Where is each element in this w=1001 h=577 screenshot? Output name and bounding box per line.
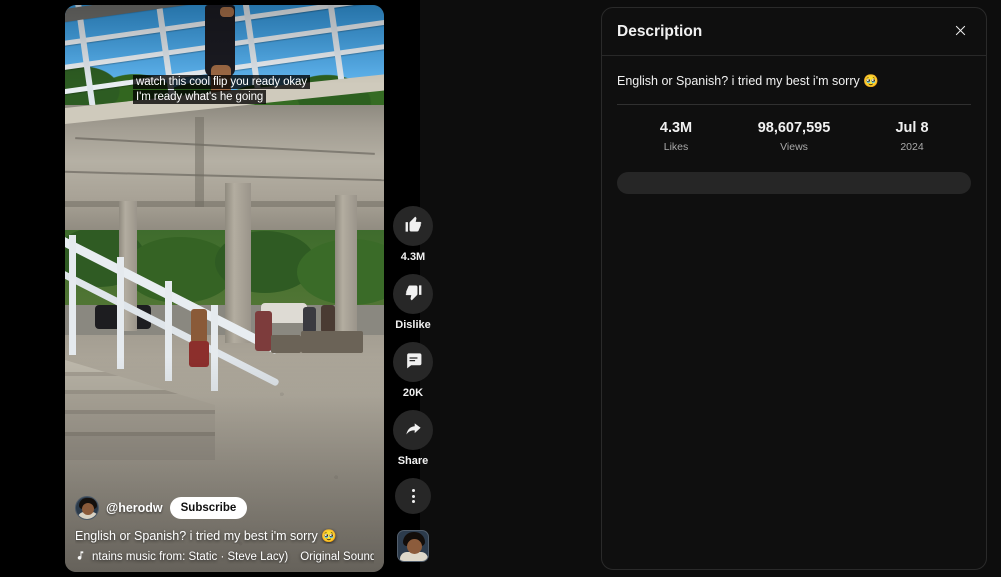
share-action: Share — [393, 410, 433, 468]
person-red-shirt — [255, 311, 272, 351]
description-panel: Description English or Spanish? i tried … — [601, 7, 987, 570]
sound-row[interactable]: ntains music from: Static · Steve Lacy) … — [75, 550, 374, 564]
pavilion-column-right — [335, 195, 357, 345]
dislike-button[interactable] — [393, 274, 433, 314]
like-count: 4.3M — [400, 251, 426, 263]
stats-row: 4.3M Likes 98,607,595 Views Jul 8 2024 — [617, 105, 971, 164]
description-header: Description — [602, 8, 986, 56]
date-value: Jul 8 — [895, 120, 929, 136]
description-body: English or Spanish? i tried my best i'm … — [602, 56, 986, 194]
caption-text: watch this cool flip you ready okay I'm … — [133, 75, 311, 104]
caption-overlay: watch this cool flip you ready okay I'm … — [133, 75, 323, 105]
person-seated-a — [303, 307, 316, 333]
comment-bubble-icon — [404, 351, 423, 373]
views-value: 98,607,595 — [757, 120, 831, 136]
share-button[interactable] — [393, 410, 433, 450]
channel-thumbnail-photo-icon[interactable] — [397, 530, 429, 562]
person-shirtless-shorts — [189, 341, 209, 367]
more-vertical-icon — [411, 489, 415, 503]
stat-views: 98,607,595 Views — [735, 119, 853, 154]
person-shirtless — [191, 309, 207, 343]
more-options-button[interactable] — [395, 478, 431, 514]
description-title: Description — [617, 22, 703, 40]
thumbs-down-icon — [404, 283, 423, 305]
shorts-page: watch this cool flip you ready okay I'm … — [0, 0, 1001, 577]
video-meta-overlay: @herodw Subscribe English or Spanish? i … — [75, 496, 374, 564]
share-arrow-icon — [404, 419, 423, 441]
description-placeholder-bar — [617, 172, 971, 194]
thumbs-up-icon — [404, 215, 423, 237]
comments-action: 20K — [393, 342, 433, 400]
views-label: Views — [780, 141, 808, 153]
picnic-table-right — [301, 331, 363, 353]
person-on-railing-hand — [220, 7, 234, 17]
channel-avatar-photo-icon[interactable] — [75, 496, 99, 520]
close-icon — [953, 23, 968, 41]
close-description-button[interactable] — [947, 19, 973, 45]
like-action: 4.3M — [393, 206, 433, 264]
stat-date: Jul 8 2024 — [853, 119, 971, 154]
channel-handle[interactable]: @herodw — [106, 501, 163, 515]
likes-value: 4.3M — [659, 120, 693, 136]
dislike-label: Dislike — [395, 319, 431, 331]
stat-likes: 4.3M Likes — [617, 119, 735, 154]
share-label: Share — [397, 455, 429, 467]
description-text: English or Spanish? i tried my best i'm … — [617, 74, 879, 88]
comment-count: 20K — [402, 387, 424, 399]
video-title[interactable]: English or Spanish? i tried my best i'm … — [75, 528, 374, 544]
person-seated-b — [321, 305, 335, 333]
music-note-icon — [75, 550, 86, 564]
picnic-table-left — [271, 335, 301, 353]
more-action — [395, 478, 431, 514]
pavilion-column-center — [225, 183, 251, 343]
sound-name: Original Sound — [300, 551, 374, 563]
sound-marquee-text: ntains music from: Static · Steve Lacy) — [92, 551, 289, 563]
comments-button[interactable] — [393, 342, 433, 382]
dislike-action: Dislike — [393, 274, 433, 332]
channel-row: @herodw Subscribe — [75, 496, 374, 520]
like-button[interactable] — [393, 206, 433, 246]
date-year: 2024 — [900, 141, 924, 153]
video-frame[interactable]: watch this cool flip you ready okay I'm … — [65, 5, 384, 572]
subscribe-button[interactable]: Subscribe — [169, 497, 248, 519]
shorts-player[interactable]: watch this cool flip you ready okay I'm … — [65, 5, 384, 572]
likes-label: Likes — [663, 141, 689, 153]
shorts-action-rail: 4.3M Dislike 20K Share — [392, 206, 434, 562]
